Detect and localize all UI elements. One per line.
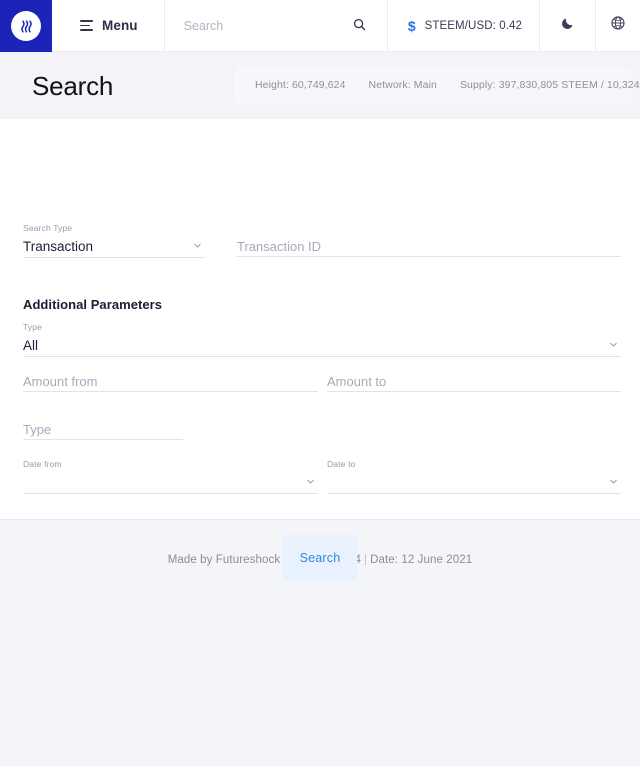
theme-toggle-button[interactable] — [540, 0, 596, 51]
search-button[interactable]: Search — [283, 535, 357, 581]
page-root: Menu $ STEEM/USD: 0.42 — [0, 0, 640, 766]
chevron-down-icon — [305, 474, 316, 492]
stat-network: Network: Main — [368, 79, 437, 91]
price-label: STEEM/USD: 0.42 — [424, 19, 522, 32]
stat-supply: Supply: 397,830,805 STEEM / 10,324,131 S… — [459, 79, 640, 91]
navbar-search — [165, 0, 388, 51]
steem-logo-icon — [11, 11, 41, 41]
type-select-value: All — [23, 337, 39, 353]
search-type-select[interactable]: Transaction — [23, 237, 205, 258]
steem-price-indicator[interactable]: $ STEEM/USD: 0.42 — [388, 0, 540, 51]
date-from-label: Date from — [23, 459, 62, 469]
search-input[interactable] — [183, 18, 348, 33]
type-select[interactable]: All — [23, 336, 621, 357]
amount-to-input[interactable]: Amount to — [327, 371, 621, 392]
menu-label: Menu — [102, 18, 138, 33]
type-text-placeholder: Type — [23, 421, 52, 437]
submit-row: Search — [0, 535, 640, 581]
logo-home-button[interactable] — [0, 0, 52, 52]
stat-height: Height: 60,749,624 — [255, 79, 346, 91]
additional-parameters-heading: Additional Parameters — [23, 297, 163, 312]
top-navbar: Menu $ STEEM/USD: 0.42 — [0, 0, 640, 52]
search-type-label: Search Type — [23, 223, 73, 233]
amount-to-field[interactable]: Amount to — [327, 371, 621, 392]
amount-to-placeholder: Amount to — [327, 373, 387, 389]
search-type-row: Search Type Transaction Transaction ID — [23, 224, 621, 258]
blockchain-stats-bar: Height: 60,749,624 Network: Main Supply:… — [234, 66, 640, 104]
date-to-picker[interactable] — [327, 473, 621, 494]
moon-icon — [560, 16, 575, 36]
type-text-field[interactable]: Type — [23, 419, 183, 440]
date-from-picker[interactable] — [23, 473, 318, 494]
type-text-input[interactable]: Type — [23, 419, 183, 440]
amount-from-input[interactable]: Amount from — [23, 371, 318, 392]
page-title: Search — [32, 70, 114, 101]
transaction-id-field[interactable]: Transaction ID — [237, 236, 621, 257]
date-from-field[interactable]: Date from — [23, 460, 318, 494]
amount-from-field[interactable]: Amount from — [23, 371, 318, 392]
type-select-label: Type — [23, 322, 43, 332]
dollar-icon: $ — [407, 17, 416, 34]
chevron-down-icon — [608, 337, 619, 355]
date-to-field[interactable]: Date to — [327, 460, 621, 494]
hamburger-icon — [80, 20, 93, 31]
globe-icon — [610, 15, 626, 36]
type-select-field[interactable]: Type All — [23, 323, 621, 357]
menu-button[interactable]: Menu — [52, 0, 165, 51]
chevron-down-icon — [608, 474, 619, 492]
search-type-value: Transaction — [23, 238, 94, 254]
date-to-label: Date to — [327, 459, 356, 469]
transaction-id-placeholder: Transaction ID — [237, 238, 322, 254]
transaction-id-control[interactable]: Transaction ID — [237, 236, 621, 257]
search-type-field[interactable]: Search Type Transaction — [23, 224, 205, 258]
page-header-band: Search Height: 60,749,624 Network: Main … — [0, 52, 640, 119]
chevron-down-icon — [192, 238, 203, 256]
amount-from-placeholder: Amount from — [23, 373, 98, 389]
search-form: Search Type Transaction Transaction ID A… — [0, 119, 640, 581]
magnifier-icon — [352, 17, 367, 35]
search-submit-button[interactable] — [348, 17, 371, 35]
language-button[interactable] — [596, 0, 640, 51]
